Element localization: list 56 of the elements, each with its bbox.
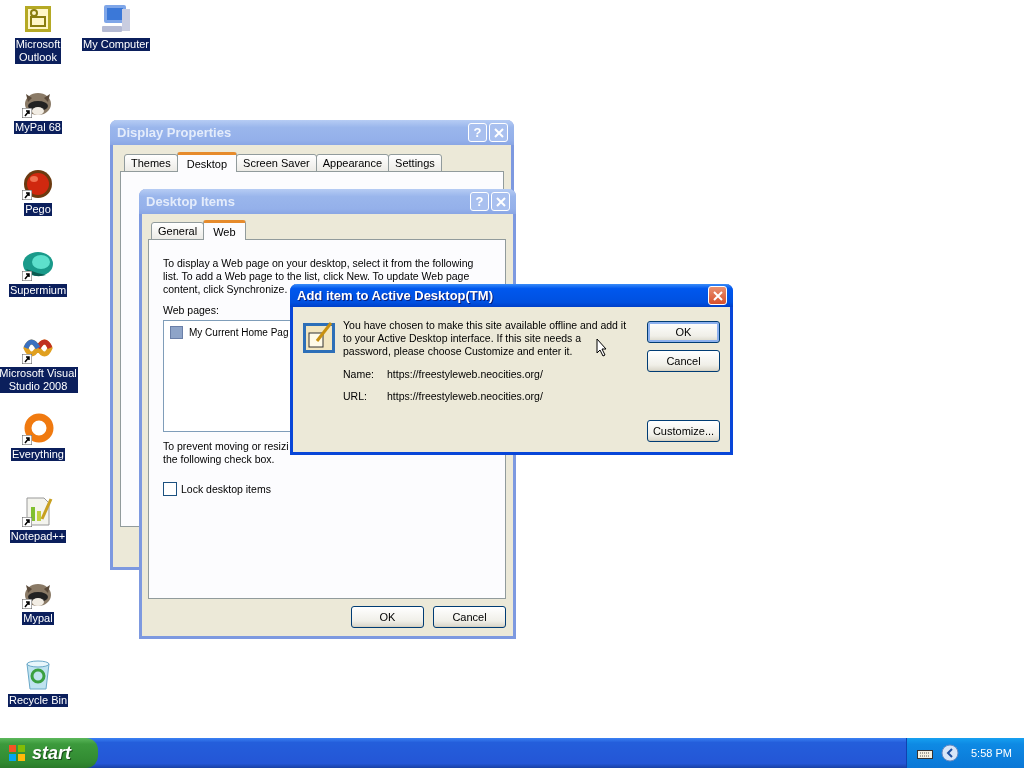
instruction-text: To display a Web page on your desktop, select it from the following <box>163 257 474 270</box>
tab[interactable]: Web <box>203 220 246 240</box>
instruction-text: content, click Synchronize. <box>163 283 288 296</box>
field-value: https://freestyleweb.neocities.org/ <box>387 368 543 381</box>
desktop-icon-label[interactable]: Microsoft Visual Studio 2008 <box>0 367 78 393</box>
desktop-icon-label[interactable]: Mypal <box>22 612 54 625</box>
tab[interactable]: Themes <box>124 154 178 172</box>
window-title: Desktop Items <box>146 194 236 209</box>
computer-icon <box>100 3 132 35</box>
close-button[interactable] <box>708 286 727 305</box>
tab[interactable]: Appearance <box>315 154 390 172</box>
close-icon <box>493 127 504 138</box>
lock-checkbox[interactable] <box>163 482 177 496</box>
list-item[interactable]: My Current Home Pag <box>189 326 289 338</box>
web-pages-label: Web pages: <box>163 304 219 316</box>
instruction-text: To prevent moving or resizi <box>163 440 289 453</box>
ring-icon <box>22 413 54 445</box>
desktop-icon-label[interactable]: Recycle Bin <box>7 694 69 707</box>
keyboard-icon[interactable] <box>917 747 933 759</box>
checkbox-label: Lock desktop items <box>181 483 271 495</box>
message-text: to your Active Desktop interface. If this site needs a <box>343 332 582 345</box>
desktop-icon-label[interactable]: Pego <box>24 203 52 216</box>
ok-button[interactable]: OK <box>351 606 424 628</box>
ok-button[interactable]: OK <box>647 321 720 343</box>
field-value: https://freestyleweb.neocities.org/ <box>387 390 543 403</box>
envelope-icon <box>22 3 54 35</box>
desktop-icon-label[interactable]: Supermium <box>8 284 68 297</box>
tab[interactable]: Screen Saver <box>236 154 317 172</box>
desktop-icon-label[interactable]: Microsoft Outlook <box>14 38 62 64</box>
tab[interactable]: General <box>151 222 205 240</box>
close-icon <box>495 196 506 207</box>
clock: 5:58 PM <box>971 747 1012 759</box>
pencil-note-icon <box>303 321 335 353</box>
desktop-icon-label[interactable]: My Computer <box>82 38 150 51</box>
window-title: Add item to Active Desktop(TM) <box>297 288 494 303</box>
start-button[interactable]: start <box>0 738 98 768</box>
instruction-text: list. To add a Web page to the list, click New. To update Web page <box>163 270 470 283</box>
window-title: Display Properties <box>117 125 233 140</box>
field-label: URL: <box>343 390 368 403</box>
close-icon <box>712 290 723 301</box>
message-text: You have chosen to make this site available offline and add it <box>343 319 627 332</box>
field-label: Name: <box>343 368 375 381</box>
desktop-icon-label[interactable]: Notepad++ <box>9 530 67 543</box>
list-checkbox[interactable] <box>170 325 183 339</box>
desktop-icon-label[interactable]: MyPal 68 <box>14 121 62 134</box>
windows-flag-icon <box>8 744 26 762</box>
desktop-icon-label[interactable]: Everything <box>11 448 65 461</box>
orb-icon <box>22 168 54 200</box>
message-text: password, please choose Customize and enter it. <box>343 345 573 358</box>
instruction-text: the following check box. <box>163 453 275 466</box>
tab[interactable]: Settings <box>388 154 442 172</box>
customize-button[interactable]: Customize... <box>647 420 720 442</box>
cancel-button[interactable]: Cancel <box>433 606 506 628</box>
tab[interactable]: Desktop <box>176 152 238 172</box>
cancel-button[interactable]: Cancel <box>647 350 720 372</box>
pointer-icon <box>596 338 608 357</box>
